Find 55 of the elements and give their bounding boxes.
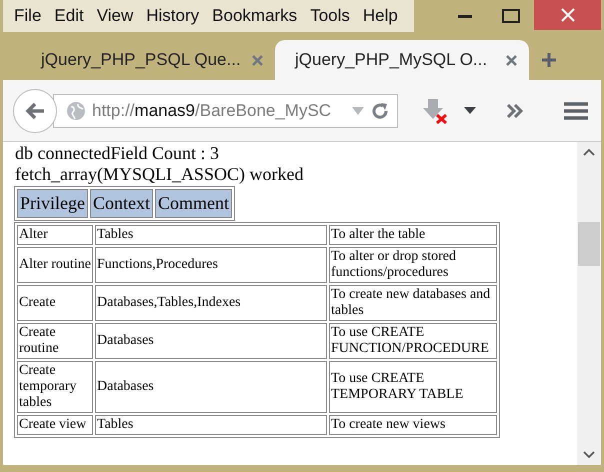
table-cell: Create [17,285,93,321]
status-line: fetch_array(MYSQLI_ASSOC) worked [15,164,304,185]
back-button[interactable] [13,88,57,132]
close-button[interactable] [534,0,601,30]
back-arrow-icon [25,102,45,120]
table-cell: Alter routine [17,247,93,283]
scroll-thumb[interactable] [578,222,600,266]
table-cell: To create new views [329,415,497,435]
browser-tab[interactable]: jQuery_PHP_MySQL O... [275,40,529,80]
menu-item[interactable]: Help [360,3,401,29]
close-icon [560,8,574,22]
table-cell: Create view [17,415,93,435]
menu-item[interactable]: Tools [307,3,353,29]
tab-title: jQuery_PHP_MySQL O... [295,49,488,72]
table-cell: To alter the table [329,225,497,245]
table-cell: To use CREATE TEMPORARY TABLE [329,361,497,413]
table-cell: To use CREATE FUNCTION/PROCEDURE [329,323,497,359]
table-cell: Create temporary tables [17,361,93,413]
maximize-icon [502,9,520,23]
header-cell: Comment [155,189,232,218]
download-icon[interactable] [422,98,448,124]
status-line: db connectedField Count : 3 [15,143,220,164]
dropdown-icon [351,106,365,116]
scrollbar[interactable] [577,142,601,465]
menu-item[interactable]: Edit [51,3,87,29]
table-cell: Databases,Tables,Indexes [95,285,327,321]
close-icon[interactable] [506,54,517,66]
table-cell: To alter or drop stored functions/procedures [329,247,497,283]
scroll-down-icon [583,451,595,459]
table-cell: Functions,Procedures [95,247,327,283]
new-tab-icon[interactable] [541,52,557,68]
menu-item[interactable]: Bookmarks [209,3,300,29]
table-cell: Create routine [17,323,93,359]
url-text: http://manas9/BareBone_MySC [92,100,332,122]
header-cell: Privilege [17,189,88,218]
overflow-chevrons-icon[interactable] [506,104,524,118]
scroll-up-icon [583,148,595,156]
table-cell: Databases [95,361,327,413]
table-cell: Alter [17,225,93,245]
globe-icon [66,100,86,120]
table-cell: Tables [95,415,327,435]
menu-item[interactable]: History [143,3,202,29]
browser-tab[interactable]: jQuery_PHP_PSQL Que... [21,40,275,80]
menu-item[interactable]: File [11,3,44,29]
table-cell: Tables [95,225,327,245]
header-cell: Context [90,189,153,218]
reload-icon [371,102,389,120]
menu-icon[interactable] [564,100,588,120]
caret-icon[interactable] [464,106,476,114]
tab-title: jQuery_PHP_PSQL Que... [41,49,242,72]
address-field[interactable]: http://manas9/BareBone_MySC [53,94,398,128]
table-cell: To create new databases and tables [329,285,497,321]
table-cell: Databases [95,323,327,359]
menu-item[interactable]: View [94,3,136,29]
minimize-icon [458,14,472,18]
